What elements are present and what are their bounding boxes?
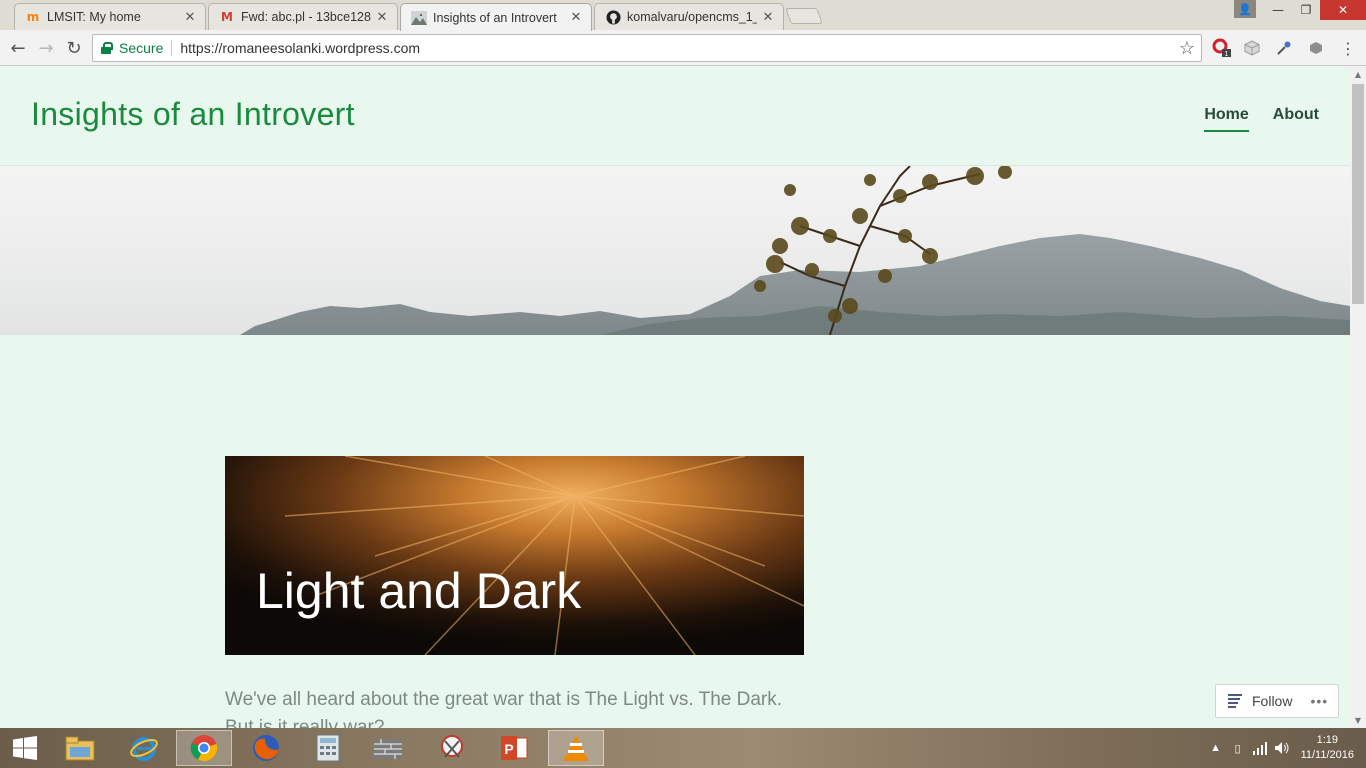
- scroll-down-icon[interactable]: ▼: [1350, 712, 1366, 728]
- internet-explorer-icon[interactable]: [116, 730, 172, 766]
- windows-logo-icon: [13, 736, 37, 760]
- clock-time: 1:19: [1316, 734, 1338, 746]
- web-page: Insights of an Introvert Home About Ligh…: [0, 66, 1350, 728]
- tab-title: Insights of an Introvert: [433, 10, 557, 25]
- window-controls: — ❐ ✕: [1264, 0, 1366, 20]
- close-tab-icon[interactable]: ✕: [569, 10, 583, 25]
- volume-icon[interactable]: [1273, 739, 1291, 757]
- taskbar-clock[interactable]: 1:19 11/11/2016: [1301, 733, 1354, 763]
- forward-icon[interactable]: →: [34, 36, 58, 60]
- excerpt-line: But is it really war?: [225, 717, 385, 728]
- opera-extension-icon[interactable]: 1: [1212, 38, 1232, 58]
- close-tab-icon[interactable]: ✕: [375, 10, 389, 25]
- featured-image[interactable]: Light and Dark: [225, 456, 804, 655]
- tab-title: LMSIT: My home: [47, 10, 141, 24]
- gmail-icon: M: [221, 10, 233, 24]
- extension-icon[interactable]: [1306, 38, 1326, 58]
- show-hidden-icons-icon[interactable]: ▲: [1207, 739, 1225, 757]
- scrollbar-thumb[interactable]: [1352, 84, 1364, 304]
- bookmark-star-icon[interactable]: ☆: [1179, 38, 1195, 59]
- post-title[interactable]: Light and Dark: [256, 562, 581, 620]
- tab-gmail[interactable]: M Fwd: abc.pl - 13bce128@ ✕: [208, 3, 398, 30]
- menu-icon[interactable]: ⋮: [1338, 38, 1358, 58]
- firefox-icon[interactable]: [238, 730, 294, 766]
- eyedropper-icon[interactable]: [1274, 38, 1294, 58]
- github-icon: [605, 9, 621, 25]
- restore-icon[interactable]: ❐: [1292, 0, 1320, 20]
- new-tab-button[interactable]: [785, 8, 823, 24]
- site-navigation: Home About: [1204, 106, 1319, 132]
- site-title[interactable]: Insights of an Introvert: [31, 96, 355, 133]
- follow-widget[interactable]: Follow •••: [1215, 684, 1339, 718]
- windows-taskbar: P ▲ ▯ 1:19 11/11/2016: [0, 728, 1366, 768]
- lock-icon: [101, 42, 113, 54]
- follow-label[interactable]: Follow: [1252, 693, 1292, 709]
- svg-text:P: P: [504, 741, 513, 757]
- tab-title: komalvaru/opencms_1_p: [627, 10, 757, 24]
- extension-badge: 1: [1225, 51, 1229, 58]
- light-burst-image: [225, 456, 804, 655]
- vlc-icon[interactable]: [548, 730, 604, 766]
- scroll-up-icon[interactable]: ▲: [1350, 66, 1366, 82]
- nav-home[interactable]: Home: [1204, 106, 1249, 132]
- close-tab-icon[interactable]: ✕: [761, 10, 775, 25]
- firewall-icon[interactable]: [360, 730, 416, 766]
- powerpoint-icon[interactable]: P: [486, 730, 542, 766]
- window-close-icon[interactable]: ✕: [1320, 0, 1366, 20]
- tab-github[interactable]: komalvaru/opencms_1_p ✕: [594, 3, 784, 30]
- address-bar[interactable]: Secure https://romaneesolanki.wordpress.…: [92, 34, 1202, 62]
- excerpt-line: We've all heard about the great war that…: [225, 689, 783, 710]
- reload-icon[interactable]: ↻: [62, 36, 86, 60]
- close-tab-icon[interactable]: ✕: [183, 10, 197, 25]
- header-image: [0, 166, 1350, 335]
- profile-icon[interactable]: 👤: [1234, 0, 1256, 18]
- more-options-icon[interactable]: •••: [1310, 693, 1328, 709]
- chrome-icon[interactable]: [176, 730, 232, 766]
- browser-toolbar: ← → ↻ Secure https://romaneesolanki.word…: [0, 30, 1366, 66]
- tab-insights[interactable]: Insights of an Introvert ✕: [400, 3, 592, 31]
- post-excerpt: We've all heard about the great war that…: [225, 686, 825, 728]
- nav-about[interactable]: About: [1273, 106, 1319, 132]
- minimize-icon[interactable]: —: [1264, 0, 1292, 20]
- url-text[interactable]: https://romaneesolanki.wordpress.com: [180, 40, 420, 56]
- page-scrollbar[interactable]: ▲ ▼: [1350, 66, 1366, 728]
- device-icon[interactable]: ▯: [1229, 739, 1247, 757]
- follow-icon: [1228, 694, 1246, 708]
- mountain-landscape-image: [240, 166, 1350, 335]
- site-header: Insights of an Introvert Home About: [0, 66, 1350, 166]
- back-icon[interactable]: ←: [6, 36, 30, 60]
- tab-lmsit[interactable]: m LMSIT: My home ✕: [14, 3, 206, 30]
- system-tray: ▲ ▯ 1:19 11/11/2016: [1205, 728, 1366, 768]
- wordpress-icon: [411, 10, 427, 26]
- cube-extension-icon[interactable]: [1242, 38, 1262, 58]
- network-icon[interactable]: [1251, 739, 1269, 757]
- tab-title: Fwd: abc.pl - 13bce128@: [241, 10, 371, 24]
- browser-tab-strip: m LMSIT: My home ✕ M Fwd: abc.pl - 13bce…: [0, 0, 1366, 31]
- clock-date: 11/11/2016: [1300, 749, 1354, 761]
- snipping-tool-icon[interactable]: [424, 730, 480, 766]
- divider: [171, 40, 173, 56]
- calculator-icon[interactable]: [300, 730, 356, 766]
- start-button[interactable]: [0, 730, 50, 766]
- file-explorer-icon[interactable]: [52, 730, 108, 766]
- secure-label: Secure: [119, 40, 164, 56]
- moodle-icon: m: [26, 10, 40, 24]
